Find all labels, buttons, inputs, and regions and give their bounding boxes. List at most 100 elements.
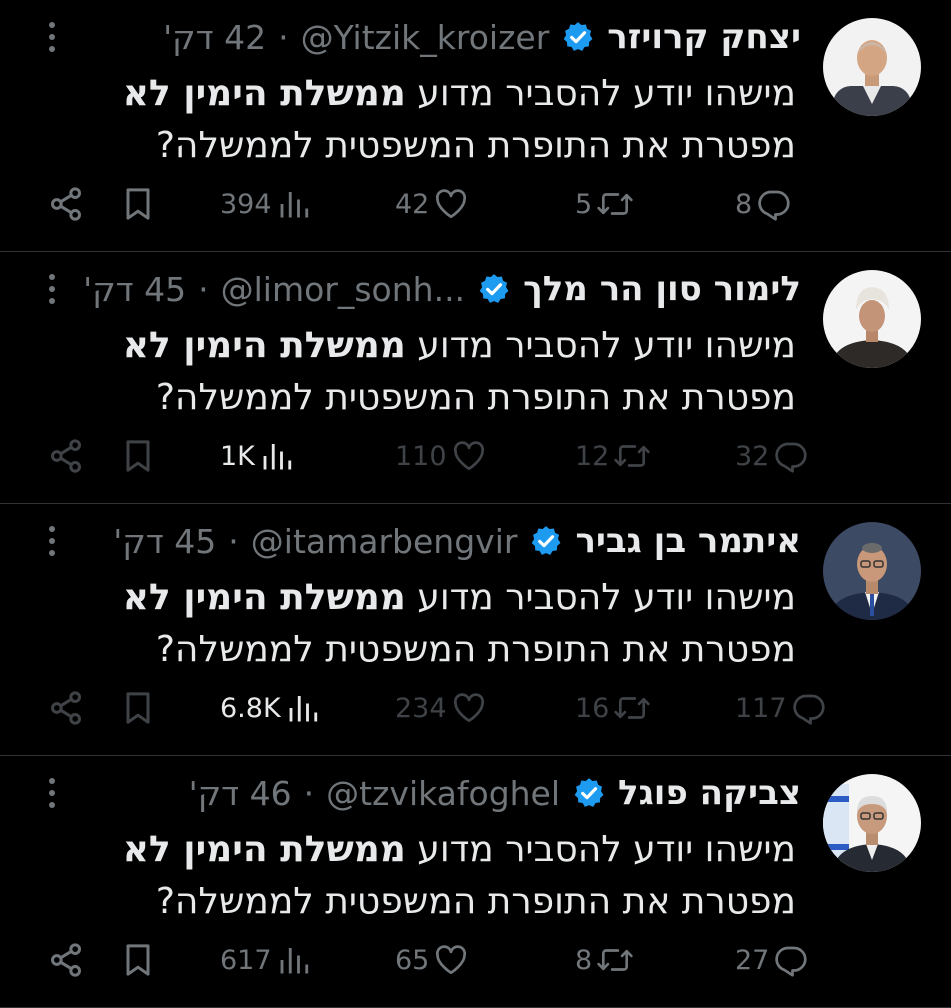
separator-dot: · — [228, 521, 239, 561]
more-dots-icon[interactable] — [42, 274, 62, 304]
reply-icon — [756, 186, 792, 222]
retweet-button[interactable]: 16 — [575, 688, 651, 728]
bookmark-button[interactable] — [118, 940, 158, 980]
reply-count: 8 — [735, 188, 753, 220]
like-button[interactable]: 234 — [395, 688, 487, 728]
share-icon — [46, 436, 86, 476]
timestamp[interactable]: 46 דק' — [189, 774, 292, 813]
retweet-icon — [613, 438, 651, 474]
share-button[interactable] — [46, 436, 86, 476]
reply-icon — [773, 438, 809, 474]
more-dots-icon[interactable] — [42, 526, 62, 556]
tweet-text-line2: מפטרת את התופרת המשפטית לממשלה? — [155, 125, 796, 166]
tweet-text-bold: ממשלת הימין לא — [122, 577, 406, 618]
like-button[interactable]: 110 — [395, 436, 487, 476]
handle[interactable]: @itamarbengvir — [251, 522, 518, 561]
verified-badge-icon — [529, 524, 563, 558]
like-count: 110 — [395, 440, 447, 472]
tweet-header: לימור סון הר מלך @limor_sonh... · 45 דק' — [83, 266, 801, 312]
bookmark-icon — [118, 688, 158, 728]
bookmark-button[interactable] — [118, 688, 158, 728]
bookmark-button[interactable] — [118, 436, 158, 476]
avatar[interactable] — [823, 774, 921, 872]
display-name[interactable]: יצחק קרויזר — [607, 17, 801, 57]
display-name[interactable]: לימור סון הר מלך — [523, 269, 801, 309]
avatar[interactable] — [823, 18, 921, 116]
tweet-text-bold: ממשלת הימין לא — [122, 325, 406, 366]
share-button[interactable] — [46, 940, 86, 980]
reply-button[interactable]: 117 — [735, 688, 827, 728]
more-dots-icon[interactable] — [42, 778, 62, 808]
retweet-button[interactable]: 8 — [575, 940, 634, 980]
tweet[interactable]: לימור סון הר מלך @limor_sonh... · 45 דק'… — [0, 252, 951, 504]
heart-icon — [433, 186, 469, 222]
bookmark-button[interactable] — [118, 184, 158, 224]
timestamp[interactable]: 42 דק' — [163, 18, 266, 57]
tweet-text: מישהו יודע להסביר מדוע ממשלת הימין לא מפט… — [96, 68, 796, 172]
timestamp[interactable]: 45 דק' — [83, 270, 186, 309]
avatar[interactable] — [823, 522, 921, 620]
reply-button[interactable]: 32 — [735, 436, 809, 476]
share-button[interactable] — [46, 688, 86, 728]
tweet-actions: 1K 110 12 32 — [0, 424, 951, 488]
reply-count: 117 — [735, 692, 787, 724]
tweet-text-line2: מפטרת את התופרת המשפטית לממשלה? — [155, 881, 796, 922]
views-button[interactable]: 1K — [220, 436, 295, 476]
avatar[interactable] — [823, 270, 921, 368]
retweet-count: 8 — [575, 944, 593, 976]
share-button[interactable] — [46, 184, 86, 224]
retweet-icon — [596, 942, 634, 978]
handle[interactable]: @limor_sonh... — [221, 270, 465, 309]
tweet[interactable]: יצחק קרויזר @Yitzik_kroizer · 42 דק' מיש… — [0, 0, 951, 252]
separator-dot: · — [303, 773, 315, 813]
handle[interactable]: @Yitzik_kroizer — [301, 18, 550, 57]
retweet-count: 16 — [575, 692, 610, 724]
heart-icon — [451, 690, 487, 726]
verified-badge-icon — [477, 272, 511, 306]
tweet-text: מישהו יודע להסביר מדוע ממשלת הימין לא מפט… — [96, 824, 796, 928]
views-button[interactable]: 617 — [220, 940, 312, 980]
tweet[interactable]: צביקה פוגל @tzvikafoghel · 46 דק' מישהו … — [0, 756, 951, 1008]
tweet-text: מישהו יודע להסביר מדוע ממשלת הימין לא מפט… — [96, 572, 796, 676]
views-icon — [276, 186, 312, 222]
display-name[interactable]: איתמר בן גביר — [575, 521, 801, 561]
reply-button[interactable]: 8 — [735, 184, 792, 224]
tweet-header: צביקה פוגל @tzvikafoghel · 46 דק' — [189, 770, 801, 816]
separator-dot: · — [198, 269, 209, 309]
tweet-header: יצחק קרויזר @Yitzik_kroizer · 42 דק' — [163, 14, 801, 60]
views-button[interactable]: 394 — [220, 184, 312, 224]
tweet-actions: 6.8K 234 16 117 — [0, 676, 951, 740]
reply-icon — [791, 690, 827, 726]
timestamp[interactable]: 45 דק' — [113, 522, 216, 561]
views-count: 394 — [220, 188, 272, 220]
like-count: 234 — [395, 692, 447, 724]
more-dots-icon[interactable] — [42, 22, 62, 52]
views-button[interactable]: 6.8K — [220, 688, 321, 728]
views-icon — [285, 690, 321, 726]
heart-icon — [451, 438, 487, 474]
handle[interactable]: @tzvikafoghel — [326, 774, 560, 813]
views-count: 1K — [220, 440, 255, 472]
like-button[interactable]: 65 — [395, 940, 469, 980]
verified-badge-icon — [572, 776, 606, 810]
like-count: 42 — [395, 188, 430, 220]
retweet-count: 5 — [575, 188, 593, 220]
views-icon — [276, 942, 312, 978]
tweet-text: מישהו יודע להסביר מדוע ממשלת הימין לא מפט… — [96, 320, 796, 424]
tweet[interactable]: איתמר בן גביר @itamarbengvir · 45 דק' מי… — [0, 504, 951, 756]
share-icon — [46, 940, 86, 980]
tweet-actions: 617 65 8 27 — [0, 928, 951, 992]
retweet-button[interactable]: 12 — [575, 436, 651, 476]
reply-count: 27 — [735, 944, 770, 976]
reply-icon — [773, 942, 809, 978]
retweet-button[interactable]: 5 — [575, 184, 634, 224]
retweet-icon — [613, 690, 651, 726]
views-count: 6.8K — [220, 692, 281, 724]
reply-button[interactable]: 27 — [735, 940, 809, 980]
tweet-text-plain: מישהו יודע להסביר מדוע — [405, 829, 796, 870]
display-name[interactable]: צביקה פוגל — [618, 773, 801, 813]
retweet-icon — [596, 186, 634, 222]
reply-count: 32 — [735, 440, 770, 472]
tweet-text-plain: מישהו יודע להסביר מדוע — [405, 73, 796, 114]
like-button[interactable]: 42 — [395, 184, 469, 224]
